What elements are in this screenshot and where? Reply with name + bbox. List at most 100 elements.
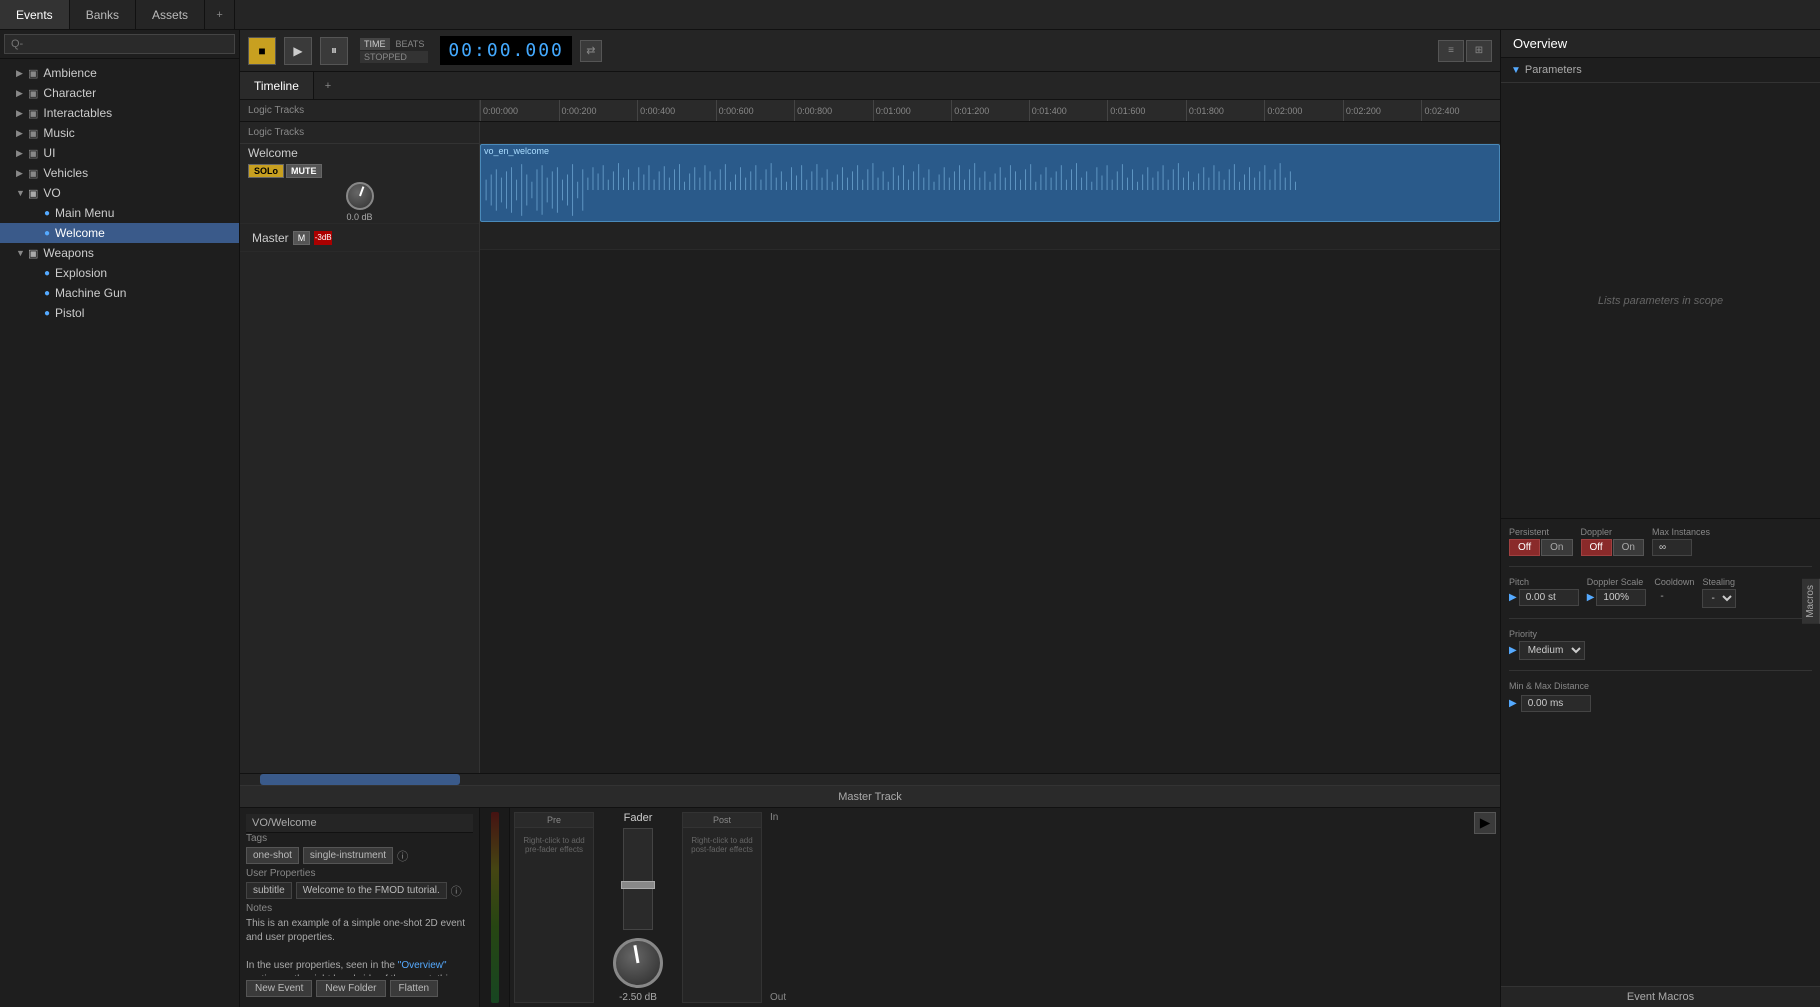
banks-tab[interactable]: Banks xyxy=(70,0,136,29)
sidebar-item-label: Pistol xyxy=(55,306,84,320)
horizontal-scrollbar[interactable] xyxy=(240,773,1500,785)
doppler-scale-group: Doppler Scale ▶ xyxy=(1587,577,1647,606)
list-view-button[interactable]: ≡ xyxy=(1438,40,1464,62)
notes-quote: "Overview" xyxy=(398,960,447,971)
macros-tab[interactable]: Macros xyxy=(1802,579,1820,624)
new-event-button[interactable]: New Event xyxy=(246,980,312,997)
add-tab-button[interactable]: + xyxy=(205,0,235,29)
db-value-label: 0.0 dB xyxy=(346,212,372,222)
events-tab[interactable]: Events xyxy=(0,0,70,29)
stopped-badge: STOPPED xyxy=(360,51,428,63)
doppler-on-button[interactable]: On xyxy=(1613,539,1644,556)
doppler-label: Doppler xyxy=(1581,527,1645,537)
volume-large-knob[interactable] xyxy=(613,938,663,988)
cooldown-label: Cooldown xyxy=(1654,577,1694,587)
time-display: 00:00.000 xyxy=(440,36,572,65)
sidebar-item-music[interactable]: ▶ ▣ Music xyxy=(0,123,239,143)
event-icon: ● xyxy=(44,228,50,239)
pre-placeholder[interactable]: Right-click to add pre-fader effects xyxy=(515,828,593,862)
doppler-off-button[interactable]: Off xyxy=(1581,539,1612,556)
cooldown-value: - xyxy=(1654,589,1694,604)
doppler-scale-input[interactable] xyxy=(1596,589,1646,606)
fader-column: Fader -2.50 dB xyxy=(598,812,678,1003)
event-macros-label: Event Macros xyxy=(1501,986,1820,1007)
fader-handle[interactable] xyxy=(621,881,655,889)
time-mode-time[interactable]: TIME xyxy=(360,38,390,50)
sidebar-item-ambience[interactable]: ▶ ▣ Ambience xyxy=(0,63,239,83)
ruler-ticks: 0:00:000 0:00:200 0:00:400 0:00:600 0:00… xyxy=(480,100,1500,121)
sidebar-item-ui[interactable]: ▶ ▣ UI xyxy=(0,143,239,163)
tag-single-instrument[interactable]: single-instrument xyxy=(303,847,393,864)
flatten-button[interactable]: Flatten xyxy=(390,980,439,997)
arrow-icon: ▶ xyxy=(16,128,28,139)
parameters-header-row[interactable]: ▼ Parameters xyxy=(1501,58,1820,83)
new-folder-button[interactable]: New Folder xyxy=(316,980,385,997)
properties-panel: Macros Persistent Off On Doppler Off xyxy=(1501,519,1820,1007)
scroll-thumb[interactable] xyxy=(260,774,460,785)
persistent-doppler-row: Persistent Off On Doppler Off On xyxy=(1509,527,1812,556)
track-name-label: Welcome xyxy=(248,146,471,160)
sidebar-item-vehicles[interactable]: ▶ ▣ Vehicles xyxy=(0,163,239,183)
max-distance-input[interactable] xyxy=(1521,695,1591,712)
play-button[interactable]: ▶ xyxy=(284,37,312,65)
sidebar-item-character[interactable]: ▶ ▣ Character xyxy=(0,83,239,103)
ruler-label: Logic Tracks xyxy=(240,100,480,121)
sidebar-item-welcome[interactable]: ● Welcome xyxy=(0,223,239,243)
post-label: Post xyxy=(683,813,761,828)
sidebar-item-label: Weapons xyxy=(43,246,93,260)
doppler-toggle: Off On xyxy=(1581,539,1645,556)
folder-icon: ▣ xyxy=(28,87,38,100)
search-input[interactable] xyxy=(4,34,235,54)
persistent-on-button[interactable]: On xyxy=(1541,539,1572,556)
audio-clip[interactable]: vo_en_welcome xyxy=(480,144,1500,222)
sidebar-item-label: Main Menu xyxy=(55,206,114,220)
volume-knob[interactable] xyxy=(346,182,374,210)
sidebar-item-weapons[interactable]: ▼ ▣ Weapons xyxy=(0,243,239,263)
mute-button[interactable]: MUTE xyxy=(286,164,322,178)
sidebar-search-bar[interactable] xyxy=(0,30,239,59)
timeline-tab[interactable]: Timeline xyxy=(240,72,314,99)
sidebar-item-explosion[interactable]: ● Explosion xyxy=(0,263,239,283)
sidebar-item-interactables[interactable]: ▶ ▣ Interactables xyxy=(0,103,239,123)
subtitle-info-button[interactable]: ⓘ xyxy=(451,883,462,899)
solo-button[interactable]: SOLo xyxy=(248,164,284,178)
sidebar-item-machine-gun[interactable]: ● Machine Gun xyxy=(0,283,239,303)
max-instances-input[interactable] xyxy=(1652,539,1692,556)
persistent-off-button[interactable]: Off xyxy=(1509,539,1540,556)
grid-view-button[interactable]: ⊞ xyxy=(1466,40,1492,62)
time-mode-beats[interactable]: BEATS xyxy=(392,38,429,50)
loop-button[interactable]: ⇄ xyxy=(580,40,602,62)
priority-select[interactable]: Medium xyxy=(1519,641,1585,660)
fader-play-button[interactable]: ▶ xyxy=(1474,812,1496,834)
right-panel: Overview ▼ Parameters Lists parameters i… xyxy=(1500,30,1820,1007)
user-properties-section: User Properties subtitle Welcome to the … xyxy=(246,868,473,899)
add-editor-tab-button[interactable]: + xyxy=(314,72,342,99)
arrow-icon: ▶ xyxy=(16,168,28,179)
stop-button[interactable]: ■ xyxy=(248,37,276,65)
master-meter-display: -3dB xyxy=(314,231,332,245)
pitch-input[interactable] xyxy=(1519,589,1579,606)
tag-one-shot[interactable]: one-shot xyxy=(246,847,299,864)
sidebar-item-vo[interactable]: ▼ ▣ VO xyxy=(0,183,239,203)
master-m-button[interactable]: M xyxy=(293,231,311,245)
assets-tab[interactable]: Assets xyxy=(136,0,205,29)
min-max-distance-group: Min & Max Distance ▶ xyxy=(1509,681,1812,712)
arrow-icon: ▶ xyxy=(16,68,28,79)
stealing-select[interactable]: - xyxy=(1702,589,1736,608)
folder-icon: ▣ xyxy=(28,147,38,160)
tag-info-button[interactable]: ⓘ xyxy=(397,848,408,864)
triangle-icon: ▼ xyxy=(1511,65,1521,76)
editor-tabs: Timeline + xyxy=(240,72,1500,100)
doppler-scale-label: Doppler Scale xyxy=(1587,577,1647,587)
persistent-group: Persistent Off On xyxy=(1509,527,1573,556)
divider-1 xyxy=(1509,566,1812,567)
fader-track[interactable] xyxy=(623,828,653,930)
sidebar-item-pistol[interactable]: ● Pistol xyxy=(0,303,239,323)
in-out-labels: In Out xyxy=(766,808,790,1007)
sidebar-item-label: Ambience xyxy=(43,66,96,80)
sidebar-item-label: Character xyxy=(43,86,96,100)
sidebar-item-main-menu[interactable]: ● Main Menu xyxy=(0,203,239,223)
pause-button[interactable]: ⏸ xyxy=(320,37,348,65)
post-placeholder[interactable]: Right-click to add post-fader effects xyxy=(683,828,761,862)
cooldown-group: Cooldown - xyxy=(1654,577,1694,604)
